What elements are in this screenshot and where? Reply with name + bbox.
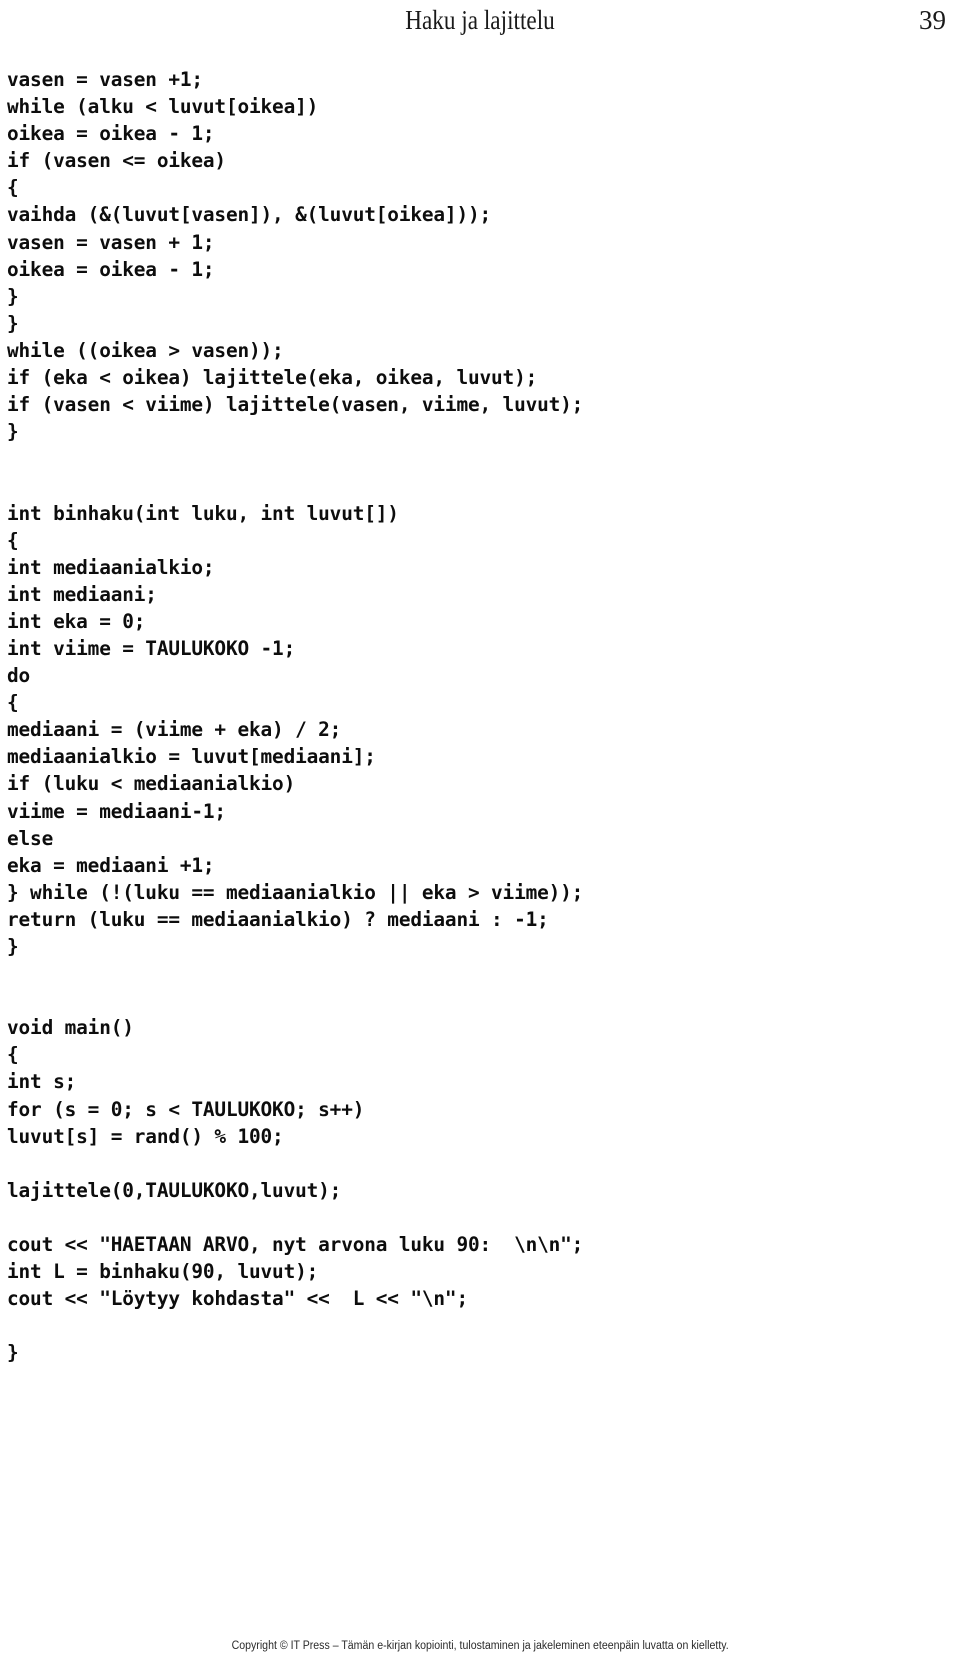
- code-line: int eka = 0;: [7, 609, 146, 633]
- page-title: Haku ja lajittelu: [405, 5, 555, 35]
- code-line: }: [7, 311, 19, 335]
- code-line: oikea = oikea - 1;: [7, 257, 215, 281]
- copyright-notice: Copyright © IT Press – Tämän e-kirjan ko…: [231, 1640, 729, 1652]
- code-line: lajittele(0,TAULUKOKO,luvut);: [7, 1178, 342, 1202]
- code-line: return (luku == mediaanialkio) ? mediaan…: [7, 907, 549, 931]
- code-line: for (s = 0; s < TAULUKOKO; s++): [7, 1097, 365, 1121]
- code-line: {: [7, 176, 19, 200]
- code-line: }: [7, 420, 19, 444]
- code-line: }: [7, 935, 19, 958]
- page-number: 39: [919, 5, 946, 35]
- code-line: int L = binhaku(90, luvut);: [7, 1260, 319, 1284]
- code-line: if (luku < mediaanialkio): [7, 772, 296, 796]
- code-line: luvut[s] = rand() % 100;: [7, 1124, 284, 1148]
- code-line: while ((oikea > vasen));: [7, 338, 284, 362]
- code-line: int mediaanialkio;: [7, 555, 215, 579]
- page-footer: Copyright © IT Press – Tämän e-kirjan ko…: [0, 1636, 960, 1654]
- code-line: cout << "HAETAAN ARVO, nyt arvona luku 9…: [7, 1233, 584, 1257]
- code-line: cout << "Löytyy kohdasta" << L << "\n";: [7, 1287, 468, 1311]
- code-listing: vasen = vasen +1; while (alku < luvut[oik…: [7, 66, 953, 1367]
- code-line: int viime = TAULUKOKO -1;: [7, 636, 296, 660]
- code-line: int s;: [7, 1070, 77, 1094]
- code-line: vasen = vasen +1;: [7, 68, 203, 91]
- code-line: while (alku < luvut[oikea]): [7, 95, 319, 119]
- code-line: vasen = vasen + 1;: [7, 230, 215, 254]
- code-line: void main(): [7, 1016, 134, 1040]
- code-line: do: [7, 664, 31, 688]
- code-line: if (vasen < viime) lajittele(vasen, viim…: [7, 393, 584, 417]
- document-page: Haku ja lajittelu 39 vasen = vasen +1; wh…: [0, 0, 960, 1669]
- code-line: oikea = oikea - 1;: [7, 122, 215, 146]
- code-line: }: [7, 1341, 19, 1365]
- code-line: mediaanialkio = luvut[mediaani];: [7, 745, 376, 769]
- code-line: int mediaani;: [7, 582, 157, 606]
- code-line: viime = mediaani-1;: [7, 799, 226, 823]
- running-head: Haku ja lajittelu 39: [0, 0, 960, 42]
- code-line: else: [7, 826, 54, 850]
- code-line: }: [7, 284, 19, 308]
- code-line: eka = mediaani +1;: [7, 853, 215, 877]
- code-line: int binhaku(int luku, int luvut[]): [7, 501, 399, 525]
- code-line: {: [7, 1043, 19, 1067]
- code-line: vaihda (&(luvut[vasen]), &(luvut[oikea])…: [7, 203, 492, 227]
- code-line: } while (!(luku == mediaanialkio || eka …: [7, 880, 584, 904]
- code-line: {: [7, 691, 19, 715]
- code-line: mediaani = (viime + eka) / 2;: [7, 718, 342, 742]
- code-line: if (eka < oikea) lajittele(eka, oikea, l…: [7, 366, 538, 390]
- code-line: {: [7, 528, 19, 552]
- code-line: if (vasen <= oikea): [7, 149, 226, 173]
